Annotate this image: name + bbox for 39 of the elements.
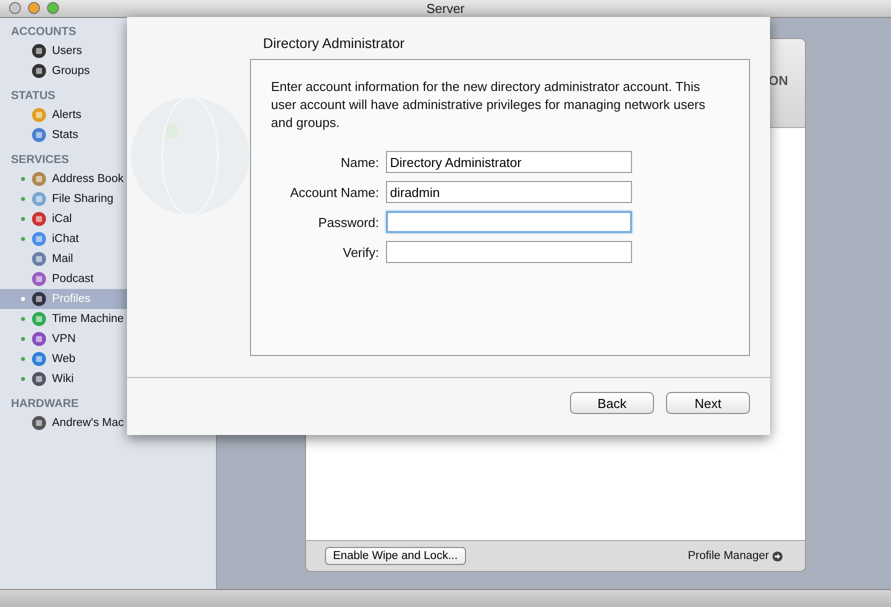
next-button[interactable]: Next: [666, 392, 750, 414]
description-text: Enter account information for the new directory administrator account. This user account will have administrative privileges for managing network users and groups.: [271, 78, 706, 132]
sidebar-item[interactable]: Users: [0, 41, 127, 61]
sidebar-item[interactable]: Stats: [0, 125, 127, 145]
input-field[interactable]: diradmin: [386, 181, 632, 203]
field-label: Verify:: [342, 244, 379, 260]
sidebar-item[interactable]: Podcast: [0, 269, 127, 289]
sidebar-item[interactable]: Alerts: [0, 105, 127, 125]
section-heading: ACCOUNTS: [10, 25, 78, 40]
input-field[interactable]: [386, 211, 632, 233]
sidebar-item[interactable]: Address Book: [0, 169, 127, 189]
wipe-lock-button[interactable]: Enable Wipe and Lock...: [325, 547, 466, 565]
panel-heading: ON: [768, 72, 788, 88]
window-title: Server: [426, 1, 465, 16]
dialog-title: Directory Administrator: [263, 35, 406, 53]
zoom-button[interactable]: [47, 2, 59, 14]
field-label: Password:: [317, 214, 379, 230]
close-button[interactable]: [9, 2, 21, 14]
section-heading: STATUS: [10, 89, 56, 104]
arrow-icon: [772, 550, 783, 562]
minimize-button[interactable]: [28, 2, 40, 14]
profile-manager-link[interactable]: Profile Manager: [688, 550, 783, 562]
input-field[interactable]: [386, 241, 632, 263]
section-heading: SERVICES: [10, 153, 70, 168]
sidebar-item[interactable]: Wiki: [0, 369, 127, 389]
sidebar-item[interactable]: Groups: [0, 61, 127, 81]
section-heading: HARDWARE: [10, 397, 80, 412]
sidebar-item[interactable]: iChat: [0, 229, 127, 249]
sidebar-item[interactable]: Web: [0, 349, 127, 369]
sidebar-item[interactable]: File Sharing: [0, 189, 127, 209]
sidebar-item[interactable]: Mail: [0, 249, 127, 269]
field-label: Account Name:: [289, 184, 379, 200]
input-field[interactable]: Directory Administrator: [386, 151, 632, 173]
sidebar-item[interactable]: iCal: [0, 209, 127, 229]
sidebar-item[interactable]: VPN: [0, 329, 127, 349]
field-label: Name:: [340, 154, 379, 170]
back-button[interactable]: Back: [570, 392, 654, 414]
sidebar-item[interactable]: Time Machine: [0, 309, 127, 329]
sidebar-item[interactable]: Andrew's Mac: [0, 413, 127, 433]
